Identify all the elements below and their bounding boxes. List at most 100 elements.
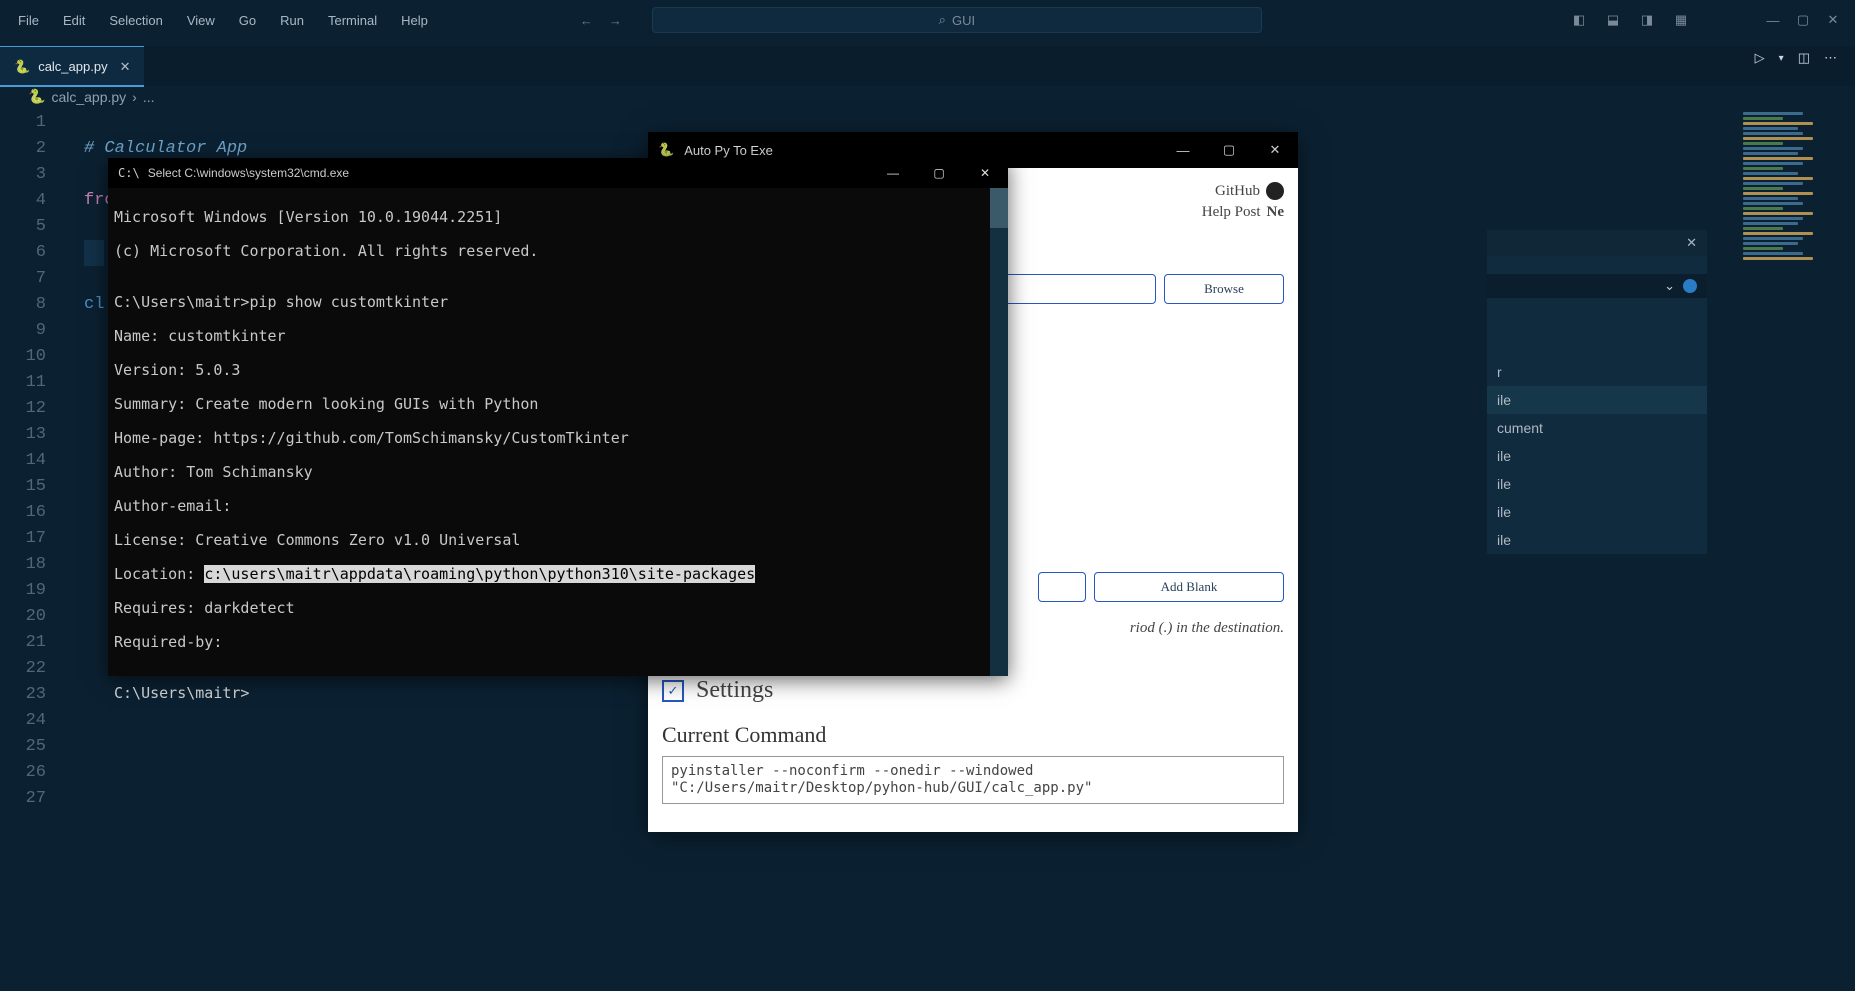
line-num: 3 [0,162,46,188]
chevron-down-icon[interactable]: ▾ [1779,53,1784,64]
tab-calc-app[interactable]: 🐍 calc_app.py ✕ [0,46,144,86]
cmd-line: Author: Tom Schimansky [114,464,1002,481]
minimize-icon[interactable]: — [870,158,916,188]
line-num: 5 [0,214,46,240]
menu-edit[interactable]: Edit [51,7,97,34]
cmd-line: C:\Users\maitr> [114,685,1002,702]
current-command-box[interactable]: pyinstaller --noconfirm --onedir --windo… [662,756,1284,804]
line-num: 2 [0,136,46,162]
chevron-down-icon[interactable]: ⌄ [1664,278,1675,294]
cmd-line: Author-email: [114,498,1002,515]
layout-bottom-icon[interactable]: ⬓ [1599,8,1627,32]
line-num: 22 [0,656,46,682]
cmd-icon: C:\ [118,166,140,180]
more-icon[interactable]: ⋯ [1824,50,1837,66]
cmd-line: Version: 5.0.3 [114,362,1002,379]
nav-fwd-icon[interactable]: → [609,13,622,28]
github-icon [1266,182,1284,200]
minimize-icon[interactable]: — [1759,8,1787,32]
list-item[interactable]: cument [1487,414,1707,442]
menu-file[interactable]: File [6,7,51,34]
cmd-line: (c) Microsoft Corporation. All rights re… [114,243,1002,260]
apy-title-text: Auto Py To Exe [684,143,773,158]
layout-right-icon[interactable]: ◨ [1633,8,1661,32]
breadcrumb-tail[interactable]: ... [143,89,155,105]
line-num: 13 [0,422,46,448]
help-icon[interactable] [1683,279,1697,293]
cmd-line: Location: c:\users\maitr\appdata\roaming… [114,566,1002,583]
line-num: 4 [0,188,46,214]
line-gutter: 1 2 3 4 5 6 7 8 9 10 11 12 13 14 15 16 1… [0,110,64,812]
cmd-line: Requires: darkdetect [114,600,1002,617]
cmd-body[interactable]: Microsoft Windows [Version 10.0.19044.22… [108,188,1008,676]
close-icon[interactable]: ✕ [1252,132,1298,168]
split-icon[interactable]: ◫ [1798,50,1810,66]
line-num: 15 [0,474,46,500]
add-blank-button[interactable]: Add Blank [1094,572,1284,602]
help-link[interactable]: Help Post [1202,204,1261,221]
cursor-line [84,240,104,266]
list-item[interactable]: r [1487,358,1707,386]
cmd-window: C:\ Select C:\windows\system32\cmd.exe —… [108,158,1008,676]
line-num: 8 [0,292,46,318]
layout-left-icon[interactable]: ◧ [1565,8,1593,32]
line-num: 9 [0,318,46,344]
search-icon: ⌕ [939,12,946,28]
chevron-right-icon: › [132,89,137,105]
list-item[interactable]: ile [1487,442,1707,470]
line-num: 7 [0,266,46,292]
line-num: 1 [0,110,46,136]
close-icon[interactable]: ✕ [962,158,1008,188]
github-link[interactable]: GitHub [1215,183,1260,200]
maximize-icon[interactable]: ▢ [1789,8,1817,32]
cmd-line: Summary: Create modern looking GUIs with… [114,396,1002,413]
cmd-title-text: Select C:\windows\system32\cmd.exe [148,166,349,180]
minimize-icon[interactable]: — [1160,132,1206,168]
list-item[interactable]: ile [1487,526,1707,554]
menu-go[interactable]: Go [227,7,268,34]
menu-terminal[interactable]: Terminal [316,7,389,34]
list-item[interactable]: ile [1487,470,1707,498]
layout-controls: ◧ ⬓ ◨ ▦ [1565,8,1695,32]
cmd-selection: c:\users\maitr\appdata\roaming\python\py… [204,565,755,583]
python-icon: 🐍 [14,59,30,75]
browse-button[interactable]: Browse [1164,274,1284,304]
run-icon[interactable]: ▷ [1755,50,1765,66]
side-panel-search[interactable]: ⌄ [1487,274,1707,298]
nav-back-icon[interactable]: ← [580,13,593,28]
side-panel-header: ✕ [1487,230,1707,256]
editor-toolbar: ▷ ▾ ◫ ⋯ [1755,50,1837,66]
window-controls: — ▢ ✕ [1759,8,1847,32]
menu-view[interactable]: View [175,7,227,34]
scrollbar-thumb[interactable] [990,188,1008,228]
cmd-line: Microsoft Windows [Version 10.0.19044.22… [114,209,1002,226]
apy-window-controls: — ▢ ✕ [1160,132,1298,168]
tab-bar: 🐍 calc_app.py ✕ [0,46,1855,86]
blank-input[interactable] [1038,572,1086,602]
minimap[interactable] [1743,110,1843,410]
cmd-window-controls: — ▢ ✕ [870,158,1008,188]
menu-selection[interactable]: Selection [97,7,174,34]
breadcrumb-file[interactable]: calc_app.py [51,89,126,105]
line-num: 25 [0,734,46,760]
list-item[interactable]: ile [1487,498,1707,526]
cmd-titlebar[interactable]: C:\ Select C:\windows\system32\cmd.exe —… [108,158,1008,188]
close-icon[interactable]: ✕ [1819,8,1847,32]
panel-close-icon[interactable]: ✕ [1686,235,1697,251]
layout-grid-icon[interactable]: ▦ [1667,8,1695,32]
line-num: 6 [0,240,46,266]
line-num: 17 [0,526,46,552]
title-search[interactable]: ⌕ GUI [652,7,1262,33]
side-panel: ✕ ⌄ r ile cument ile ile ile ile [1487,230,1707,554]
menu-help[interactable]: Help [389,7,440,34]
maximize-icon[interactable]: ▢ [916,158,962,188]
menu-run[interactable]: Run [268,7,316,34]
line-num: 21 [0,630,46,656]
list-item[interactable]: ile [1487,386,1707,414]
python-icon: 🐍 [28,88,45,105]
cmd-scrollbar[interactable] [990,188,1008,676]
cmd-line: Home-page: https://github.com/TomSchiman… [114,430,1002,447]
maximize-icon[interactable]: ▢ [1206,132,1252,168]
line-num: 20 [0,604,46,630]
tab-close-icon[interactable]: ✕ [120,59,131,75]
